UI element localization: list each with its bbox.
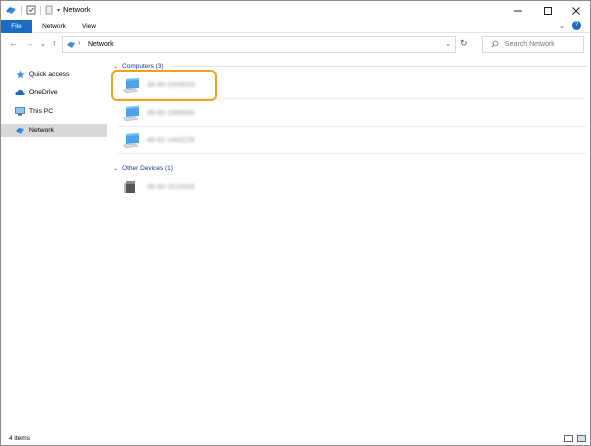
list-item[interactable]: 46-62-1402226 <box>118 128 586 154</box>
group-label: Computers (3) <box>122 63 164 70</box>
maximize-button[interactable] <box>533 1 563 20</box>
expand-ribbon-icon[interactable]: ⌄ <box>559 22 565 30</box>
tab-view[interactable]: View <box>75 20 103 33</box>
item-count: 4 items <box>9 435 30 442</box>
sidebar-item-quick-access[interactable]: Quick access <box>1 68 107 81</box>
chevron-down-icon: ⌄ <box>113 64 119 70</box>
breadcrumb-network[interactable]: Network <box>88 41 114 48</box>
selection-highlight <box>111 70 217 101</box>
search-box[interactable]: Search Network <box>482 36 584 53</box>
window-title: Network <box>63 5 91 14</box>
list-item[interactable]: 46-60-1606006 <box>118 101 586 127</box>
tab-network[interactable]: Network <box>37 20 71 33</box>
properties-icon[interactable] <box>26 5 36 15</box>
sidebar-item-label: Quick access <box>29 71 70 78</box>
up-arrow-icon[interactable]: ↑ <box>52 38 57 48</box>
network-folder-icon <box>6 7 16 14</box>
minimize-button[interactable] <box>503 1 533 20</box>
cloud-icon <box>15 88 25 98</box>
sidebar-item-label: OneDrive <box>29 89 58 96</box>
item-name: 46-62-1402226 <box>147 137 195 144</box>
computer-icon <box>122 105 139 121</box>
customize-toolbar-icon[interactable]: ▾ <box>57 7 60 14</box>
ribbon-tabs: File Network View ⌄ ? <box>1 20 590 33</box>
help-icon[interactable]: ? <box>572 21 581 30</box>
navigation-bar: ← → ⌄ ↑ › Network ⌄ ↻ Search Network <box>1 33 590 57</box>
sidebar-item-label: This PC <box>29 108 54 115</box>
address-dropdown-icon[interactable]: ⌄ <box>445 40 451 48</box>
maximize-icon <box>544 6 552 15</box>
file-list: ⌄ Computers (3) 46-60-1509003 46-60-1606… <box>107 57 590 432</box>
device-icon <box>124 181 135 193</box>
address-bar[interactable]: › Network ⌄ <box>62 36 456 53</box>
search-icon <box>491 40 499 48</box>
minimize-icon <box>514 10 522 11</box>
toolbar-divider <box>40 5 41 15</box>
explorer-window: ▾ Network File Network View ⌄ ? ← → ⌄ ↑ … <box>0 0 591 446</box>
group-divider <box>169 66 588 67</box>
group-header-other-devices[interactable]: ⌄ Other Devices (1) <box>113 164 213 173</box>
quick-access-toolbar: ▾ <box>5 4 69 16</box>
navigation-pane: Quick access OneDrive This PC Network <box>1 62 107 432</box>
item-name: 46-60-1606006 <box>147 110 195 117</box>
back-arrow-icon[interactable]: ← <box>9 38 18 48</box>
sidebar-item-this-pc[interactable]: This PC <box>1 105 107 118</box>
status-bar: 4 items <box>1 432 590 445</box>
list-item[interactable]: 46-60-1510005 <box>118 174 586 200</box>
new-folder-icon[interactable] <box>45 5 53 15</box>
refresh-icon[interactable]: ↻ <box>460 38 468 49</box>
details-view-icon[interactable] <box>564 435 573 442</box>
breadcrumb-separator-icon: › <box>78 40 81 47</box>
close-icon <box>572 6 580 15</box>
toolbar-divider <box>21 5 22 15</box>
title-bar: ▾ Network <box>1 1 590 20</box>
item-name: 46-60-1510005 <box>147 183 195 191</box>
network-location-icon <box>67 42 75 48</box>
recent-locations-icon[interactable]: ⌄ <box>40 40 46 48</box>
star-icon <box>15 70 25 80</box>
forward-arrow-icon[interactable]: → <box>25 38 34 48</box>
sidebar-item-onedrive[interactable]: OneDrive <box>1 86 107 99</box>
computer-icon <box>122 132 139 148</box>
search-placeholder: Search Network <box>505 41 555 48</box>
close-button[interactable] <box>561 1 591 20</box>
group-label: Other Devices (1) <box>122 165 173 172</box>
network-icon <box>15 126 25 136</box>
tab-file[interactable]: File <box>1 20 32 33</box>
sidebar-item-label: Network <box>29 127 54 134</box>
computer-icon <box>15 107 25 117</box>
chevron-down-icon: ⌄ <box>113 166 119 172</box>
large-icons-view-icon[interactable] <box>577 435 586 442</box>
sidebar-item-network[interactable]: Network <box>1 124 107 137</box>
